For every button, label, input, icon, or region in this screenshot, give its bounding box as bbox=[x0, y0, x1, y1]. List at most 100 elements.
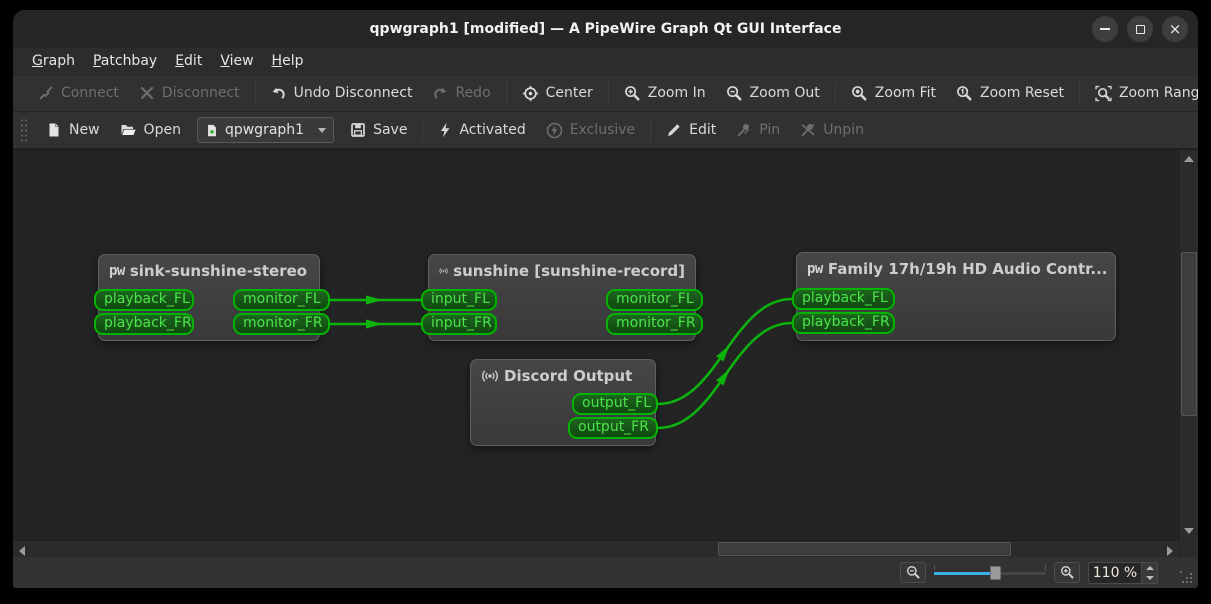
statusbar: 110 % bbox=[13, 557, 1198, 588]
open-button[interactable]: Open bbox=[110, 117, 191, 143]
menu-patchbay[interactable]: Patchbay bbox=[84, 50, 166, 72]
pin-button[interactable]: Pin bbox=[726, 117, 790, 143]
menu-view[interactable]: View bbox=[211, 50, 262, 72]
minimize-icon bbox=[1100, 28, 1110, 30]
window-controls: × bbox=[1092, 16, 1188, 42]
menu-help[interactable]: Help bbox=[263, 50, 313, 72]
node-title: Family 17h/19h HD Audio Contr... bbox=[827, 260, 1108, 278]
save-button[interactable]: Save bbox=[340, 117, 417, 143]
zoom-out-icon bbox=[726, 85, 742, 101]
zoom-out-button[interactable]: Zoom Out bbox=[716, 80, 830, 107]
toolbar-drag-handle[interactable] bbox=[20, 118, 28, 142]
graph-canvas[interactable]: pw sink-sunshine-stereo playback_FL play… bbox=[13, 149, 1179, 540]
zoom-percent-value: 110 % bbox=[1092, 564, 1138, 581]
toolbar-separator bbox=[650, 118, 652, 142]
scroll-left-arrow-icon[interactable] bbox=[19, 546, 25, 556]
port-playback-fr[interactable]: playback_FR bbox=[94, 313, 194, 335]
edit-button[interactable]: Edit bbox=[656, 117, 726, 143]
toolbar-separator bbox=[834, 81, 836, 105]
zoom-fit-icon bbox=[851, 85, 867, 101]
arrow-icon bbox=[366, 319, 383, 329]
pipewire-icon: pw bbox=[109, 263, 125, 279]
pin-icon bbox=[737, 124, 750, 137]
pipewire-icon: pw bbox=[807, 261, 823, 277]
horizontal-scrollbar-thumb[interactable] bbox=[718, 542, 1011, 556]
graph-toolbar: Connect Disconnect Undo Disconnect Redo … bbox=[13, 75, 1198, 112]
close-button[interactable]: × bbox=[1162, 16, 1188, 42]
close-icon: × bbox=[1168, 19, 1182, 38]
exclusive-button[interactable]: Exclusive bbox=[536, 117, 645, 144]
new-button[interactable]: New bbox=[36, 117, 110, 143]
undo-icon bbox=[272, 87, 285, 99]
redo-icon bbox=[434, 87, 447, 99]
broadcast-icon bbox=[439, 268, 448, 274]
patchbay-select-value: qpwgraph1 bbox=[224, 122, 305, 138]
spin-down-icon bbox=[1145, 575, 1154, 580]
activated-icon bbox=[441, 122, 450, 138]
menu-graph[interactable]: Graph bbox=[23, 50, 84, 72]
node-title: Discord Output bbox=[504, 367, 633, 385]
minimize-button[interactable] bbox=[1092, 16, 1118, 42]
vertical-scrollbar-thumb[interactable] bbox=[1181, 252, 1197, 416]
titlebar[interactable]: qpwgraph1 [modified] — A PipeWire Graph … bbox=[13, 10, 1198, 48]
save-icon bbox=[351, 123, 365, 137]
toolbar-separator bbox=[1078, 81, 1080, 105]
scroll-up-arrow-icon[interactable] bbox=[1184, 156, 1194, 162]
spin-up-button[interactable] bbox=[1142, 562, 1157, 573]
port-playback-fr[interactable]: playback_FR bbox=[792, 312, 895, 334]
spin-down-button[interactable] bbox=[1142, 572, 1157, 583]
port-playback-fl[interactable]: playback_FL bbox=[792, 288, 895, 310]
disconnect-button[interactable]: Disconnect bbox=[129, 80, 250, 106]
port-output-fl[interactable]: output_FL bbox=[572, 393, 658, 415]
port-monitor-fr[interactable]: monitor_FR bbox=[606, 313, 703, 335]
port-input-fl[interactable]: input_FL bbox=[421, 289, 497, 311]
port-output-fr[interactable]: output_FR bbox=[568, 417, 658, 439]
arrow-icon bbox=[366, 295, 383, 305]
new-file-icon bbox=[49, 123, 59, 137]
zoom-in-button[interactable]: Zoom In bbox=[614, 80, 716, 107]
zoom-slider[interactable] bbox=[934, 563, 1046, 583]
statusbar-zoom-in-button[interactable] bbox=[1054, 562, 1080, 583]
connect-button[interactable]: Connect bbox=[28, 80, 129, 106]
horizontal-scrollbar[interactable] bbox=[13, 540, 1179, 557]
open-folder-icon bbox=[121, 125, 136, 135]
edit-icon bbox=[668, 124, 680, 136]
center-button[interactable]: Center bbox=[512, 80, 603, 107]
connection-lines bbox=[330, 295, 793, 430]
zoom-slider-handle[interactable] bbox=[990, 565, 1001, 580]
unpin-button[interactable]: Unpin bbox=[790, 117, 874, 143]
resize-grip[interactable] bbox=[1180, 571, 1194, 585]
zoom-in-icon bbox=[624, 85, 640, 101]
port-monitor-fl[interactable]: monitor_FL bbox=[233, 289, 330, 311]
undo-disconnect-button[interactable]: Undo Disconnect bbox=[261, 80, 423, 106]
port-monitor-fl[interactable]: monitor_FL bbox=[606, 289, 703, 311]
app-window: qpwgraph1 [modified] — A PipeWire Graph … bbox=[13, 10, 1198, 588]
activated-button[interactable]: Activated bbox=[428, 117, 535, 143]
menu-edit[interactable]: Edit bbox=[166, 50, 211, 72]
zoom-percent-spinbox[interactable]: 110 % bbox=[1088, 561, 1158, 584]
port-monitor-fr[interactable]: monitor_FR bbox=[233, 313, 330, 335]
zoom-fit-button[interactable]: Zoom Fit bbox=[841, 80, 946, 107]
vertical-scrollbar[interactable] bbox=[1179, 149, 1198, 540]
port-input-fr[interactable]: input_FR bbox=[421, 313, 497, 335]
window-title: qpwgraph1 [modified] — A PipeWire Graph … bbox=[369, 21, 842, 37]
redo-button[interactable]: Redo bbox=[422, 80, 500, 106]
toolbar-separator bbox=[422, 118, 424, 142]
scrollbar-corner bbox=[1179, 540, 1198, 557]
toolbar-separator bbox=[254, 81, 256, 105]
statusbar-zoom-out-button[interactable] bbox=[900, 562, 926, 583]
zoom-reset-button[interactable]: Zoom Reset bbox=[946, 80, 1074, 107]
exclusive-icon bbox=[546, 122, 563, 138]
patchbay-select[interactable]: qpwgraph1 bbox=[196, 117, 335, 143]
patchbay-file-icon bbox=[208, 124, 216, 136]
arrow-icon bbox=[716, 344, 730, 362]
node-title: sunshine [sunshine-record] bbox=[453, 262, 685, 280]
broadcast-icon bbox=[481, 370, 499, 382]
node-title: sink-sunshine-stereo bbox=[129, 262, 308, 280]
scroll-down-arrow-icon[interactable] bbox=[1184, 528, 1194, 534]
port-playback-fl[interactable]: playback_FL bbox=[94, 289, 194, 311]
maximize-button[interactable] bbox=[1127, 16, 1153, 42]
zoom-reset-icon bbox=[957, 85, 972, 101]
scroll-right-arrow-icon[interactable] bbox=[1167, 546, 1173, 556]
zoom-range-button[interactable]: Zoom Range bbox=[1085, 80, 1198, 107]
